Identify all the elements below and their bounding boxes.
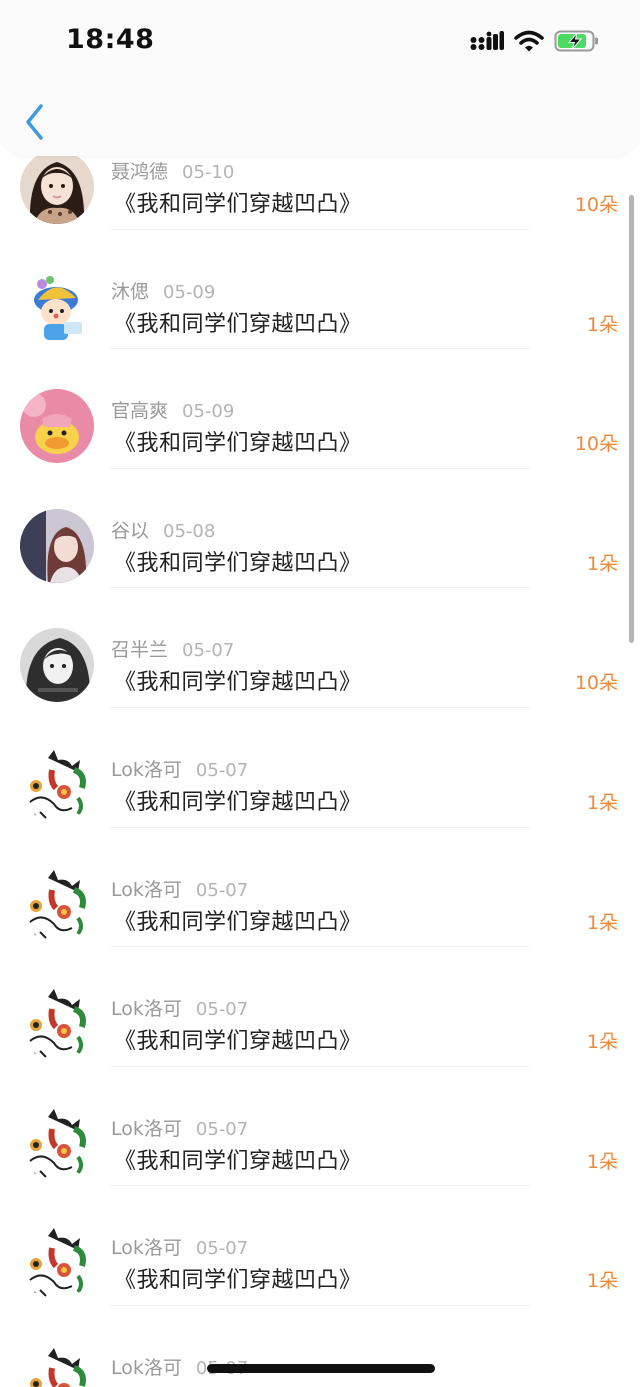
gift-count: 10朵	[574, 672, 618, 695]
user-name-text: Lok洛可	[111, 1356, 182, 1379]
work-title: 《我和同学们穿越凹凸》	[114, 1382, 362, 1387]
gift-count: 1朵	[586, 1270, 618, 1293]
list-item[interactable]: Lok洛可 05-07 《我和同学们穿越凹凸》 1朵	[0, 707, 640, 828]
avatar[interactable]	[20, 987, 94, 1062]
user-name-text: Lok洛可	[111, 1117, 182, 1140]
list-item[interactable]: 沐偲 05-09 《我和同学们穿越凹凸》 1朵	[0, 229, 640, 350]
record-date: 05-07	[195, 1238, 249, 1260]
list-item[interactable]: 召半兰 05-07 《我和同学们穿越凹凸》 10朵	[0, 588, 640, 708]
gift-count: 1朵	[586, 313, 618, 336]
user-name-text: 沐偲	[111, 280, 150, 303]
list-item[interactable]: 谷以 05-08 《我和同学们穿越凹凸》 1朵	[0, 468, 640, 589]
signal-icon	[470, 30, 504, 56]
avatar[interactable]	[20, 628, 94, 703]
work-title: 《我和同学们穿越凹凸》	[114, 670, 362, 696]
record-date: 05-09	[182, 401, 235, 423]
user-name: 聂鸿德 05-10	[111, 157, 234, 184]
avatar[interactable]	[20, 1226, 94, 1301]
gift-count: 1朵	[586, 552, 618, 575]
user-name: Lok洛可 05-07	[111, 1233, 248, 1260]
user-name: 谷以 05-08	[111, 516, 215, 543]
work-title: 《我和同学们穿越凹凸》	[114, 1029, 362, 1055]
user-name-text: Lok洛可	[111, 998, 182, 1021]
work-title: 《我和同学们穿越凹凸》	[114, 909, 362, 935]
record-date: 05-07	[195, 1118, 249, 1140]
gift-record-list[interactable]: 聂鸿德 05-10 《我和同学们穿越凹凸》 10朵 沐偲 05-09 《我和同学们穿越凹凸》…	[0, 110, 640, 1387]
record-date: 05-07	[195, 759, 249, 781]
nav-header: 18:48	[0, 0, 640, 156]
work-title: 《我和同学们穿越凹凸》	[114, 192, 362, 217]
battery-charging-icon	[554, 29, 600, 57]
status-time: 18:48	[66, 24, 155, 55]
gift-count: 1朵	[586, 791, 618, 814]
user-name-text: 聂鸿德	[111, 161, 169, 183]
avatar[interactable]	[20, 269, 94, 344]
user-name: 沐偲 05-09	[111, 277, 215, 304]
back-button[interactable]	[18, 100, 58, 144]
list-item[interactable]: Lok洛可 05-07 《我和同学们穿越凹凸》 1朵	[0, 1186, 640, 1306]
user-name-text: Lok洛可	[111, 1237, 182, 1260]
user-name-text: 官高爽	[111, 400, 169, 423]
user-name: Lok洛可 05-07	[111, 994, 248, 1021]
list-item[interactable]: Lok洛可 05-07 《我和同学们穿越凹凸》 1朵	[0, 1066, 640, 1187]
gift-count: 1朵	[586, 1150, 618, 1173]
user-name: Lok洛可 05-07	[111, 755, 248, 782]
scrollbar[interactable]	[629, 195, 634, 643]
screen: 18:48 聂鸿德 05-10 《我和同学们穿越凹凸》 10朵 沐偲 05-09…	[0, 0, 640, 1387]
avatar[interactable]	[20, 508, 94, 583]
work-title: 《我和同学们穿越凹凸》	[114, 1148, 362, 1174]
list-item[interactable]: 官高爽 05-09 《我和同学们穿越凹凸》 10朵	[0, 349, 640, 469]
list-item[interactable]: Lok洛可05-07《我和同学们穿越凹凸》1朵	[0, 1305, 640, 1387]
record-date: 05-09	[163, 281, 216, 303]
wifi-icon	[514, 30, 544, 56]
gift-count: 10朵	[574, 194, 618, 216]
avatar[interactable]	[20, 1106, 94, 1181]
avatar[interactable]	[20, 150, 94, 224]
list-item[interactable]: Lok洛可 05-07 《我和同学们穿越凹凸》 1朵	[0, 947, 640, 1067]
work-title: 《我和同学们穿越凹凸》	[114, 550, 362, 576]
home-indicator[interactable]	[207, 1364, 435, 1373]
record-date: 05-07	[195, 999, 249, 1021]
user-name: 召半兰 05-07	[111, 635, 234, 662]
status-icons	[470, 28, 600, 58]
user-name: Lok洛可 05-07	[111, 875, 248, 902]
work-title: 《我和同学们穿越凹凸》	[114, 311, 362, 337]
user-name-text: 召半兰	[111, 639, 169, 662]
record-date: 05-08	[163, 520, 216, 542]
avatar[interactable]	[20, 867, 94, 942]
gift-count: 1朵	[586, 911, 618, 934]
record-date: 05-07	[195, 879, 249, 901]
gift-count: 10朵	[574, 433, 618, 456]
record-date: 05-10	[182, 162, 235, 183]
record-date: 05-07	[182, 640, 235, 662]
work-title: 《我和同学们穿越凹凸》	[114, 431, 362, 457]
gift-count: 1朵	[586, 1031, 618, 1054]
user-name: 官高爽 05-09	[111, 396, 234, 423]
avatar[interactable]	[20, 1345, 94, 1387]
avatar[interactable]	[20, 389, 94, 464]
chevron-left-icon	[18, 104, 58, 148]
user-name-text: 谷以	[111, 519, 150, 542]
work-title: 《我和同学们穿越凹凸》	[114, 1268, 362, 1294]
avatar[interactable]	[20, 747, 94, 822]
user-name: Lok洛可 05-07	[111, 1114, 248, 1141]
user-name-text: Lok洛可	[111, 878, 182, 901]
list-item[interactable]: Lok洛可 05-07 《我和同学们穿越凹凸》 1朵	[0, 827, 640, 948]
work-title: 《我和同学们穿越凹凸》	[114, 789, 362, 815]
user-name-text: Lok洛可	[111, 758, 182, 781]
